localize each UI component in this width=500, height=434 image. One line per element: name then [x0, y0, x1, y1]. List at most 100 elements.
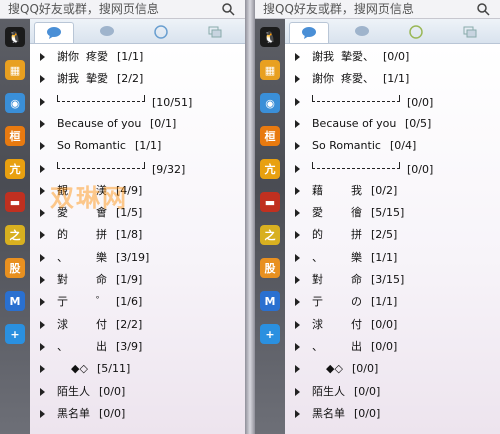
m-icon[interactable]: M [5, 291, 25, 311]
expand-arrow-icon[interactable] [40, 409, 45, 418]
group-row[interactable]: 藉 我 [0/2] [285, 180, 500, 202]
qzone-icon[interactable]: ▦ [260, 60, 280, 80]
group-row[interactable]: 的 拼 [2/5] [285, 224, 500, 246]
group-row[interactable]: ◆◇ [5/11] [30, 358, 245, 380]
groups-tab[interactable] [88, 22, 126, 42]
expand-arrow-icon[interactable] [40, 186, 45, 195]
expand-arrow-icon[interactable] [40, 365, 45, 374]
group-online-count: [1/9] [116, 273, 143, 286]
group-row[interactable]: 陌生人 [0/0] [285, 381, 500, 403]
expand-arrow-icon[interactable] [295, 209, 300, 218]
group-row[interactable]: Because of you [0/5] [285, 113, 500, 135]
group-row[interactable]: ◆◇ [0/0] [285, 358, 500, 380]
chat-bubble-icon[interactable]: ◉ [260, 93, 280, 113]
expand-arrow-icon[interactable] [295, 75, 300, 84]
chong-icon[interactable]: 亢 [5, 159, 25, 179]
group-row[interactable]: 陌生人 [0/0] [30, 381, 245, 403]
recent-tab[interactable] [196, 22, 234, 42]
group-row[interactable]: Because of you [0/1] [30, 113, 245, 135]
watermark: 双琳网 [50, 184, 128, 212]
contacts-tab[interactable] [34, 22, 74, 43]
expand-arrow-icon[interactable] [295, 365, 300, 374]
group-row[interactable]: 對 命 [1/9] [30, 269, 245, 291]
expand-arrow-icon[interactable] [295, 186, 300, 195]
chat-bubble-icon[interactable]: ◉ [5, 93, 25, 113]
expand-arrow-icon[interactable] [40, 75, 45, 84]
groups-tab[interactable] [343, 22, 381, 42]
group-row[interactable]: 愛 徻 [5/15] [285, 202, 500, 224]
group-row[interactable]: 黑名单 [0/0] [285, 403, 500, 425]
group-row[interactable]: 亍 ゜ [1/6] [30, 291, 245, 313]
expand-arrow-icon[interactable] [295, 342, 300, 351]
fu-icon[interactable]: 股 [260, 258, 280, 278]
plus-icon[interactable]: + [260, 324, 280, 344]
qq-penguin-icon[interactable]: 🐧 [260, 27, 280, 47]
expand-arrow-icon[interactable] [295, 276, 300, 284]
expand-arrow-icon[interactable] [40, 253, 45, 262]
expand-arrow-icon[interactable] [40, 53, 45, 61]
car-icon[interactable]: ▬ [5, 192, 25, 212]
expand-arrow-icon[interactable] [295, 409, 300, 418]
group-row[interactable]: [9/32] [30, 158, 245, 180]
fu-icon[interactable]: 股 [5, 258, 25, 278]
qzone-tab[interactable] [142, 22, 180, 42]
group-row[interactable]: 黑名单 [0/0] [30, 403, 245, 425]
expand-arrow-icon[interactable] [40, 164, 45, 173]
expand-arrow-icon[interactable] [295, 53, 300, 61]
group-row[interactable]: 、 樂 [1/1] [285, 247, 500, 269]
expand-arrow-icon[interactable] [295, 164, 300, 173]
qq-penguin-icon[interactable]: 🐧 [5, 27, 25, 47]
group-row[interactable]: 謝你 疼愛 [1/1] [30, 46, 245, 68]
expand-arrow-icon[interactable] [295, 298, 300, 307]
expand-arrow-icon[interactable] [40, 342, 45, 351]
expand-arrow-icon[interactable] [40, 298, 45, 307]
qzone-icon[interactable]: ▦ [5, 60, 25, 80]
expand-arrow-icon[interactable] [295, 97, 300, 106]
group-row[interactable]: [0/0] [285, 91, 500, 113]
expand-arrow-icon[interactable] [40, 276, 45, 284]
search-icon[interactable] [476, 2, 490, 16]
group-row[interactable]: 浗 付 [2/2] [30, 314, 245, 336]
chong-icon[interactable]: 亢 [260, 159, 280, 179]
expand-arrow-icon[interactable] [295, 387, 300, 396]
search-icon[interactable] [221, 2, 235, 16]
expand-arrow-icon[interactable] [295, 231, 300, 240]
group-row[interactable]: 對 命 [3/15] [285, 269, 500, 291]
expand-arrow-icon[interactable] [40, 231, 45, 240]
expand-arrow-icon[interactable] [40, 209, 45, 218]
group-row[interactable]: 的 拼 [1/8] [30, 224, 245, 246]
plus-icon[interactable]: + [5, 324, 25, 344]
expand-arrow-icon[interactable] [40, 97, 45, 106]
group-row[interactable]: 、 出 [3/9] [30, 336, 245, 358]
expand-arrow-icon[interactable] [295, 119, 300, 128]
search-box[interactable]: 搜QQ好友或群，搜网页信息 [255, 0, 500, 19]
earth-icon[interactable]: 之 [260, 225, 280, 245]
expand-arrow-icon[interactable] [40, 320, 45, 329]
hui-icon[interactable]: 桓 [260, 126, 280, 146]
group-row[interactable]: 謝你 疼愛、 [1/1] [285, 68, 500, 90]
expand-arrow-icon[interactable] [40, 142, 45, 151]
group-row[interactable]: 亍 の [1/1] [285, 291, 500, 313]
group-row[interactable]: [10/51] [30, 91, 245, 113]
group-row[interactable]: So Romantic [1/1] [30, 135, 245, 157]
earth-icon[interactable]: 之 [5, 225, 25, 245]
search-box[interactable]: 搜QQ好友或群，搜网页信息 [0, 0, 245, 19]
group-row[interactable]: 謝我 摯愛 [2/2] [30, 68, 245, 90]
contacts-tab[interactable] [289, 22, 329, 43]
hui-icon[interactable]: 桓 [5, 126, 25, 146]
group-row[interactable]: [0/0] [285, 158, 500, 180]
recent-tab[interactable] [451, 22, 489, 42]
expand-arrow-icon[interactable] [295, 320, 300, 329]
group-row[interactable]: So Romantic [0/4] [285, 135, 500, 157]
group-row[interactable]: 謝我 摯愛、 [0/0] [285, 46, 500, 68]
car-icon[interactable]: ▬ [260, 192, 280, 212]
group-row[interactable]: 、 出 [0/0] [285, 336, 500, 358]
expand-arrow-icon[interactable] [40, 119, 45, 128]
expand-arrow-icon[interactable] [295, 253, 300, 262]
expand-arrow-icon[interactable] [40, 387, 45, 396]
m-icon[interactable]: M [260, 291, 280, 311]
expand-arrow-icon[interactable] [295, 142, 300, 151]
group-row[interactable]: 、 樂 [3/19] [30, 247, 245, 269]
group-row[interactable]: 浗 付 [0/0] [285, 314, 500, 336]
qzone-tab[interactable] [397, 22, 435, 42]
